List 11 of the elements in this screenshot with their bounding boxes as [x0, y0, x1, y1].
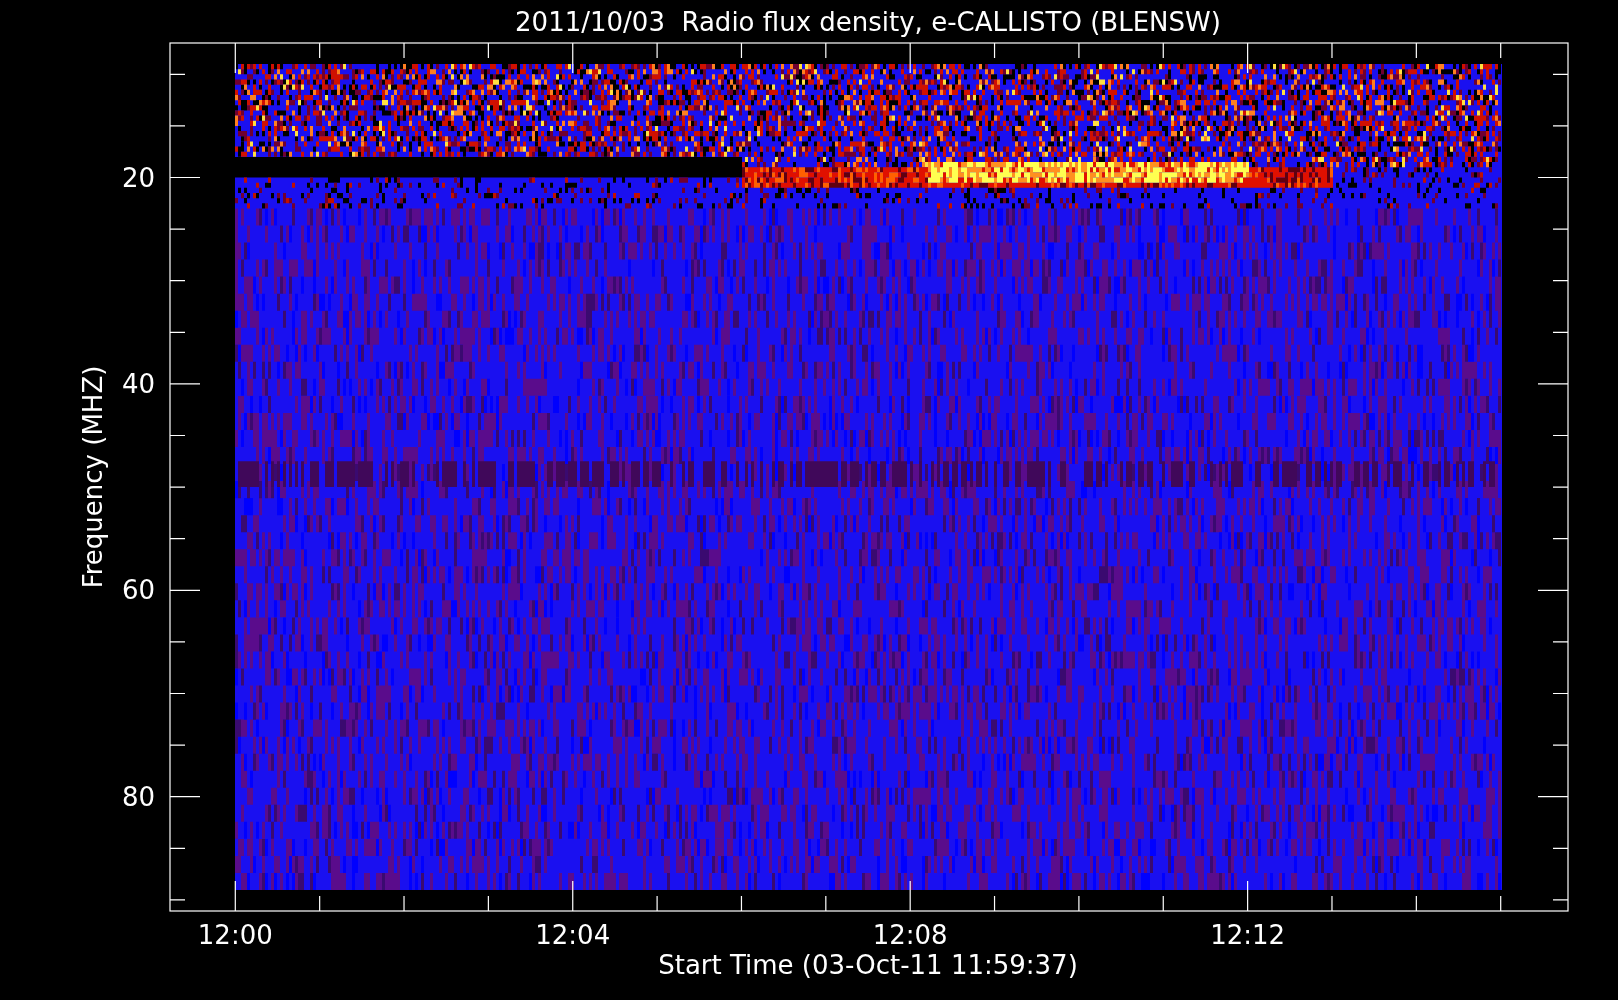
x-tick-label: 12:04 — [535, 920, 611, 950]
x-tick-label: 12:00 — [197, 920, 273, 950]
x-tick-label: 12:08 — [872, 920, 948, 950]
x-axis-label: Start Time (03-Oct-11 11:59:37) — [658, 950, 1078, 980]
y-tick-label: 20 — [121, 162, 155, 193]
chart-title: 2011/10/03 Radio flux density, e-CALLISTO (BLENSW) — [515, 7, 1221, 37]
y-tick-label: 80 — [121, 781, 155, 812]
y-axis-label: Frequency (MHZ) — [78, 365, 108, 589]
y-tick-label: 40 — [121, 368, 155, 399]
x-tick-label: 12:12 — [1210, 920, 1286, 950]
y-tick-label: 60 — [121, 575, 155, 606]
